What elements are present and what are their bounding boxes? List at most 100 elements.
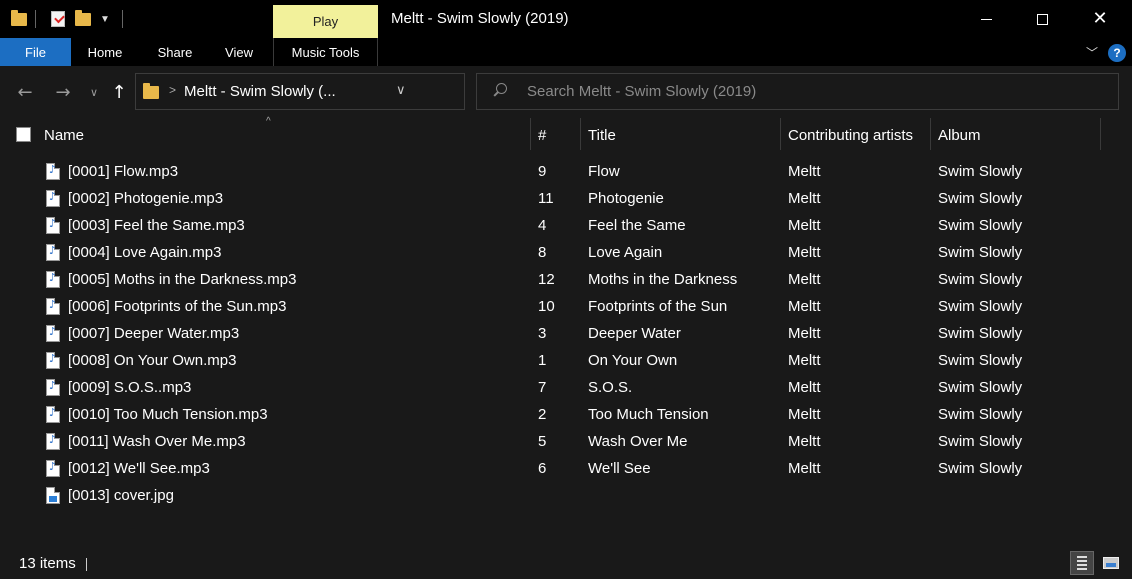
column-divider[interactable] [580,118,581,150]
album-name: Swim Slowly [938,244,1023,261]
audio-file-icon [46,190,60,207]
maximize-icon [1036,13,1048,25]
track-title: On Your Own [588,352,678,369]
track-title: Wash Over Me [588,433,688,450]
album-name: Swim Slowly [938,190,1023,207]
file-name: [0011] Wash Over Me.mp3 [68,433,246,450]
title-bar: ▼ Play Meltt - Swim Slowly (2019) ✕ [0,0,1132,38]
details-view-button[interactable] [1070,551,1094,575]
contributing-artist: Meltt [788,244,821,261]
help-icon[interactable]: ? [1108,44,1126,62]
minimize-icon [980,18,992,20]
file-row[interactable]: [0009] S.O.S..mp3 7 S.O.S. Meltt Swim Slowly [0,375,1132,402]
file-name: [0010] Too Much Tension.mp3 [68,406,268,423]
details-view-icon [1077,556,1087,570]
file-row[interactable]: [0012] We'll See.mp3 6 We'll See Meltt Swim … [0,456,1132,483]
address-bar[interactable]: > Meltt - Swim Slowly (... ∨ ↻ [135,73,591,110]
contributing-artist: Meltt [788,217,821,234]
contributing-artist: Meltt [788,190,821,207]
column-divider[interactable] [1100,118,1101,150]
breadcrumb-chevron-icon[interactable]: > [169,83,176,97]
contributing-artist: Meltt [788,406,821,423]
audio-file-icon [46,298,60,315]
column-header-name[interactable]: Name [44,118,528,152]
column-divider[interactable] [780,118,781,150]
search-input[interactable]: Search Meltt - Swim Slowly (2019) [476,73,1119,110]
file-row[interactable]: [0011] Wash Over Me.mp3 5 Wash Over Me Melt… [0,429,1132,456]
file-row[interactable]: [0010] Too Much Tension.mp3 2 Too Much Ten… [0,402,1132,429]
file-row[interactable]: [0003] Feel the Same.mp3 4 Feel the Same Me… [0,213,1132,240]
album-name: Swim Slowly [938,433,1023,450]
tab-file[interactable]: File [0,38,71,66]
folder-icon [143,83,159,99]
track-title: Love Again [588,244,663,261]
track-title: Footprints of the Sun [588,298,728,315]
file-name: [0002] Photogenie.mp3 [68,190,224,207]
quick-access-divider [35,10,36,28]
minimize-button[interactable] [958,0,1014,38]
audio-file-icon [46,433,60,450]
track-number: 4 [538,217,547,234]
tab-music-tools[interactable]: Music Tools [274,38,377,66]
column-header-contributing-artists[interactable]: Contributing artists [788,118,928,152]
maximize-button[interactable] [1014,0,1070,38]
back-arrow-icon[interactable]: ← [13,80,37,104]
breadcrumb[interactable]: Meltt - Swim Slowly (... [184,83,336,100]
column-header-title[interactable]: Title [588,118,778,152]
track-number: 8 [538,244,547,261]
context-tab-play[interactable]: Play [273,5,378,38]
tab-home[interactable]: Home [78,38,132,66]
tab-view[interactable]: View [216,38,262,66]
file-name: [0001] Flow.mp3 [68,163,179,180]
recent-locations-chevron-icon[interactable]: ∨ [82,80,106,104]
customize-toolbar-chevron-icon[interactable]: ▼ [98,8,112,30]
track-number: 10 [538,298,555,315]
file-row[interactable]: [0013] cover.jpg [0,483,1132,510]
image-file-icon [46,487,60,504]
select-all-checkbox[interactable] [16,127,31,142]
file-row[interactable]: [0005] Moths in the Darkness.mp3 12 Moths … [0,267,1132,294]
status-bar: 13 items [0,549,1132,579]
quick-access-divider [122,10,123,28]
file-name: [0003] Feel the Same.mp3 [68,217,245,234]
contributing-artist: Meltt [788,433,821,450]
tab-share[interactable]: Share [148,38,202,66]
forward-arrow-icon[interactable]: → [51,80,75,104]
column-divider[interactable] [930,118,931,150]
file-row[interactable]: [0007] Deeper Water.mp3 3 Deeper Water Melt… [0,321,1132,348]
file-name: [0006] Footprints of the Sun.mp3 [68,298,287,315]
track-title: Deeper Water [588,325,681,342]
audio-file-icon [46,325,60,342]
album-name: Swim Slowly [938,298,1023,315]
file-row[interactable]: [0001] Flow.mp3 9 Flow Meltt Swim Slowly [0,159,1132,186]
track-number: 11 [538,190,554,207]
file-row[interactable]: [0002] Photogenie.mp3 11 Photogenie Meltt Sw… [0,186,1132,213]
column-header-album[interactable]: Album [938,118,1098,152]
column-divider[interactable] [530,118,531,150]
search-placeholder: Search Meltt - Swim Slowly (2019) [527,83,757,100]
track-title: Moths in the Darkness [588,271,738,288]
track-number: 9 [538,163,547,180]
file-row[interactable]: [0004] Love Again.mp3 8 Love Again Meltt Swi… [0,240,1132,267]
large-icons-view-button[interactable] [1099,551,1123,575]
column-header-number[interactable]: # [538,118,578,152]
file-row[interactable]: [0006] Footprints of the Sun.mp3 10 Footpr… [0,294,1132,321]
audio-file-icon [46,379,60,396]
new-folder-icon[interactable] [74,8,92,30]
track-title: Too Much Tension [588,406,709,423]
up-arrow-icon[interactable]: ↑ [107,80,131,104]
album-name: Swim Slowly [938,271,1023,288]
contributing-artist: Meltt [788,325,821,342]
track-number: 1 [538,352,547,369]
file-row[interactable]: [0008] On Your Own.mp3 1 On Your Own Meltt S… [0,348,1132,375]
track-title: Photogenie [588,190,664,207]
contributing-artist: Meltt [788,298,821,315]
track-title: Feel the Same [588,217,686,234]
file-name: [0009] S.O.S..mp3 [68,379,192,396]
close-button[interactable]: ✕ [1072,0,1128,38]
address-dropdown-chevron-icon[interactable]: ∨ [396,82,406,98]
properties-icon[interactable] [48,8,68,30]
contributing-artist: Meltt [788,163,821,180]
contributing-artist: Meltt [788,352,821,369]
expand-ribbon-chevron-icon[interactable]: ﹀ [1084,44,1100,60]
